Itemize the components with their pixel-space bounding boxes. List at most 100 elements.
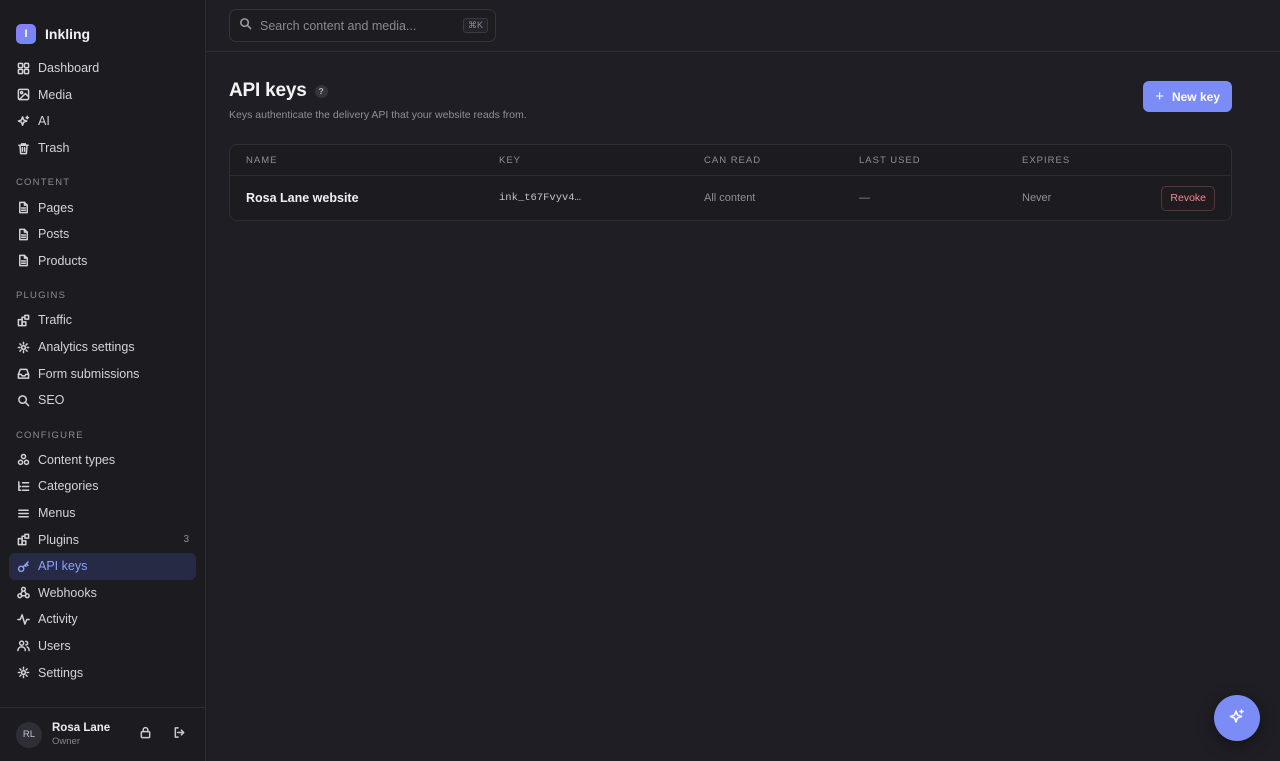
search-box[interactable]: ⌘K [229,9,496,42]
search-input[interactable] [260,18,455,33]
file-icon [16,201,30,215]
sidebar-item-media[interactable]: Media [9,82,196,109]
sidebar-item-traffic[interactable]: Traffic [9,307,196,334]
help-icon[interactable]: ? [314,84,328,98]
key-can-read: All content [704,192,756,204]
page-content: API keys ? Keys authenticate the deliver… [206,52,1280,221]
sidebar-item-categories[interactable]: Categories [9,473,196,500]
page-subtitle: Keys authenticate the delivery API that … [229,109,527,121]
sidebar-item-label: AI [38,114,50,129]
section-label-configure: CONFIGURE [16,429,84,441]
search-shortcut: ⌘K [462,18,488,33]
activity-icon [16,612,30,626]
search-icon [239,17,252,35]
sidebar-item-label: Settings [38,665,84,680]
gear-icon [16,340,30,354]
sidebar-item-label: Webhooks [38,585,97,600]
plus-icon: + [1155,88,1164,105]
sidebar-item-label: Posts [38,227,70,242]
api-keys-table: NAME KEY CAN READ LAST USED EXPIRES Rosa… [229,144,1232,221]
sidebar-item-label: Trash [38,141,70,156]
sidebar-item-label: Menus [38,506,76,521]
sidebar-item-menus[interactable]: Menus [9,500,196,527]
ai-assistant-button[interactable] [1214,695,1260,741]
key-expires: Never [1022,192,1052,204]
menu-icon [16,506,30,520]
column-header-key: KEY [499,154,522,166]
user-name: Rosa Lane [52,722,111,734]
sidebar-item-products[interactable]: Products [9,248,196,275]
search-icon [16,393,30,407]
main-area: ⌘K API keys ? Keys authenticate the deli… [206,0,1280,761]
avatar[interactable]: RL [16,721,42,748]
topbar: ⌘K [206,0,1280,52]
page-heading: API keys ? Keys authenticate the deliver… [229,80,527,121]
image-icon [16,88,30,102]
sidebar-item-label: Traffic [38,313,73,328]
sidebar-item-plugins[interactable]: Plugins 3 [9,526,196,553]
trash-icon [16,141,30,155]
lock-icon [139,726,152,744]
sidebar-item-trash[interactable]: Trash [9,135,196,162]
section-label-plugins: PLUGINS [16,290,67,302]
title-row: API keys ? [229,80,527,102]
sidebar-item-label: Content types [38,452,116,467]
page-header: API keys ? Keys authenticate the deliver… [229,52,1232,121]
sparkle-icon [16,114,30,128]
inbox-icon [16,367,30,381]
key-name: Rosa Lane website [246,191,359,205]
logout-button[interactable] [170,726,188,744]
sidebar-item-webhooks[interactable]: Webhooks [9,580,196,607]
key-value: ink_t67Fvyv4… [499,192,581,204]
sidebar-item-label: Dashboard [38,61,100,76]
sidebar-item-label: Plugins [38,532,79,547]
blocks-icon [16,313,30,327]
sidebar-item-ai[interactable]: AI [9,108,196,135]
plugins-count-badge: 3 [183,534,189,546]
sidebar-item-content-types[interactable]: Content types [9,447,196,474]
user-role: Owner [52,736,80,747]
app-root: I Inkling Dashboard Media AI Trash CONTE… [0,0,1280,761]
blocks-icon [16,533,30,547]
brand[interactable]: I Inkling [0,0,205,52]
sidebar-item-users[interactable]: Users [9,633,196,660]
users-icon [16,639,30,653]
new-key-button[interactable]: + New key [1143,81,1232,112]
shapes-icon [16,453,30,467]
sidebar-item-analytics-settings[interactable]: Analytics settings [9,334,196,361]
sidebar-item-label: Users [38,638,71,653]
sidebar-item-form-submissions[interactable]: Form submissions [9,360,196,387]
sidebar-item-label: Analytics settings [38,340,135,355]
table-row: Rosa Lane website ink_t67Fvyv4… All cont… [230,176,1231,220]
table-header: NAME KEY CAN READ LAST USED EXPIRES [230,145,1231,176]
sidebar: I Inkling Dashboard Media AI Trash CONTE… [0,0,206,761]
user-meta: Rosa Lane Owner [52,722,120,747]
sidebar-item-activity[interactable]: Activity [9,606,196,633]
section-label-content: CONTENT [16,177,71,189]
sidebar-item-settings[interactable]: Settings [9,659,196,686]
lock-button[interactable] [136,726,154,744]
sidebar-item-posts[interactable]: Posts [9,221,196,248]
webhook-icon [16,586,30,600]
page-title: API keys [229,80,307,101]
sidebar-item-pages[interactable]: Pages [9,194,196,221]
sidebar-nav: Dashboard Media AI Trash CONTENT Pages P… [0,52,205,707]
file-icon [16,254,30,268]
sidebar-item-dashboard[interactable]: Dashboard [9,55,196,82]
sidebar-item-label: Activity [38,612,78,627]
file-icon [16,227,30,241]
revoke-button[interactable]: Revoke [1161,185,1215,211]
user-bar: RL Rosa Lane Owner [0,707,205,761]
logout-icon [173,726,186,744]
sparkle-icon [1228,708,1246,729]
column-header-last-used: LAST USED [859,154,921,166]
sidebar-item-seo[interactable]: SEO [9,387,196,414]
new-key-label: New key [1171,89,1220,104]
sidebar-item-label: API keys [38,559,88,574]
brand-logo: I [16,24,36,44]
sidebar-item-api-keys[interactable]: API keys [9,552,196,580]
column-header-name: NAME [246,154,278,166]
list-tree-icon [16,479,30,493]
column-header-expires: EXPIRES [1022,154,1071,166]
sidebar-item-label: Form submissions [38,366,140,381]
